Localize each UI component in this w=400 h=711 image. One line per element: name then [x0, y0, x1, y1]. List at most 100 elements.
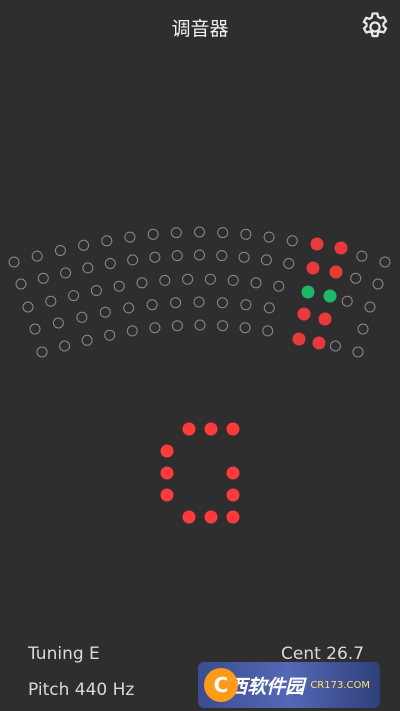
meter-dot [78, 239, 90, 251]
meter-dot [194, 226, 205, 238]
meter-dot [240, 228, 252, 240]
note-display [160, 422, 240, 524]
note-dot [160, 488, 174, 502]
meter-dot [204, 273, 216, 285]
meter-dot [54, 245, 66, 256]
meter-dot [31, 250, 43, 262]
watermark-site: CR173.COM [310, 679, 370, 691]
meter-dot [82, 262, 94, 274]
meter-dot [260, 254, 272, 266]
meter-dot [194, 249, 205, 261]
cent-label: Cent 26.7 [281, 644, 365, 664]
tuning-label: Tuning E [28, 644, 100, 664]
meter-dot [127, 254, 139, 266]
meter-dot [29, 323, 41, 335]
meter-dot [99, 306, 111, 318]
meter-dot [149, 251, 161, 263]
meter-dot [59, 340, 71, 352]
meter-dot [60, 267, 72, 279]
meter-dot [171, 250, 183, 262]
meter-dot [357, 323, 369, 335]
meter-dot [170, 297, 182, 309]
meter-dot [182, 273, 194, 285]
meter-dot [356, 250, 368, 262]
meter-dot [68, 290, 80, 302]
note-dot [226, 510, 240, 524]
meter-dot [217, 320, 229, 332]
meter-dot [8, 256, 20, 268]
meter-dot-active [292, 332, 306, 346]
meter-dot [262, 325, 274, 337]
meter-dot [76, 311, 88, 323]
settings-button[interactable] [358, 10, 392, 44]
meter-dot [22, 301, 34, 313]
meter-dot-active [334, 241, 348, 255]
meter-dot [283, 258, 295, 269]
note-dot [160, 444, 174, 458]
meter-dot [263, 302, 275, 314]
meter-dot [81, 334, 93, 346]
pitch-label: Pitch 440 Hz [28, 680, 135, 700]
meter-dot [250, 277, 262, 289]
meter-dot [239, 322, 251, 334]
gear-icon [362, 12, 388, 38]
watermark-badge: C 西西软件园 CR173.COM [198, 662, 380, 708]
meter-dot [286, 235, 298, 247]
note-dot [226, 422, 240, 436]
meter-dot [372, 278, 384, 290]
meter-dot [52, 317, 64, 329]
meter-dot [170, 227, 182, 239]
note-dot [182, 510, 196, 524]
meter-dot [194, 319, 206, 331]
meter-dot [193, 296, 205, 308]
note-dot [182, 422, 196, 436]
meter-dot [227, 274, 239, 286]
meter-dot [364, 301, 376, 313]
meter-dot [146, 299, 158, 311]
note-dot [226, 466, 240, 480]
meter-dot [136, 277, 148, 289]
meter-dot-active [312, 336, 326, 350]
meter-dot [263, 231, 275, 243]
meter-dot [45, 295, 57, 307]
meter-dot [159, 274, 171, 286]
meter-dot-active [310, 237, 324, 251]
meter-dot [15, 278, 27, 290]
meter-dot [379, 256, 391, 268]
meter-dot [101, 235, 113, 247]
meter-dot [104, 329, 116, 341]
meter-dot [171, 320, 183, 332]
tuning-meter [8, 226, 391, 358]
meter-dot [240, 299, 252, 311]
meter-dot-in-tune [301, 285, 315, 299]
meter-dot-active [297, 307, 311, 321]
meter-dot-in-tune [323, 289, 337, 303]
meter-dot-active [318, 312, 332, 326]
meter-dot [216, 297, 228, 309]
note-dot [226, 488, 240, 502]
meter-dot [37, 272, 49, 284]
meter-dot [238, 251, 250, 263]
meter-dot [273, 280, 285, 292]
meter-dot [147, 228, 159, 240]
meter-dot [341, 295, 353, 307]
note-dot [160, 466, 174, 480]
meter-dot [90, 285, 102, 296]
meter-dot [329, 340, 341, 352]
app-title: 调音器 [171, 18, 229, 40]
meter-dot [216, 250, 228, 262]
meter-dot [149, 322, 161, 334]
watermark-logo: C [204, 668, 238, 702]
meter-dot [350, 272, 362, 284]
meter-dot [113, 280, 125, 292]
note-dot [204, 422, 218, 436]
meter-dot [352, 346, 364, 358]
meter-dot [104, 258, 116, 269]
meter-dot [126, 325, 138, 337]
note-dot [204, 510, 218, 524]
meter-dot [123, 302, 135, 314]
meter-dot [217, 227, 229, 239]
meter-dot [36, 346, 48, 358]
meter-dot-active [329, 265, 343, 279]
meter-dot-active [306, 261, 320, 275]
